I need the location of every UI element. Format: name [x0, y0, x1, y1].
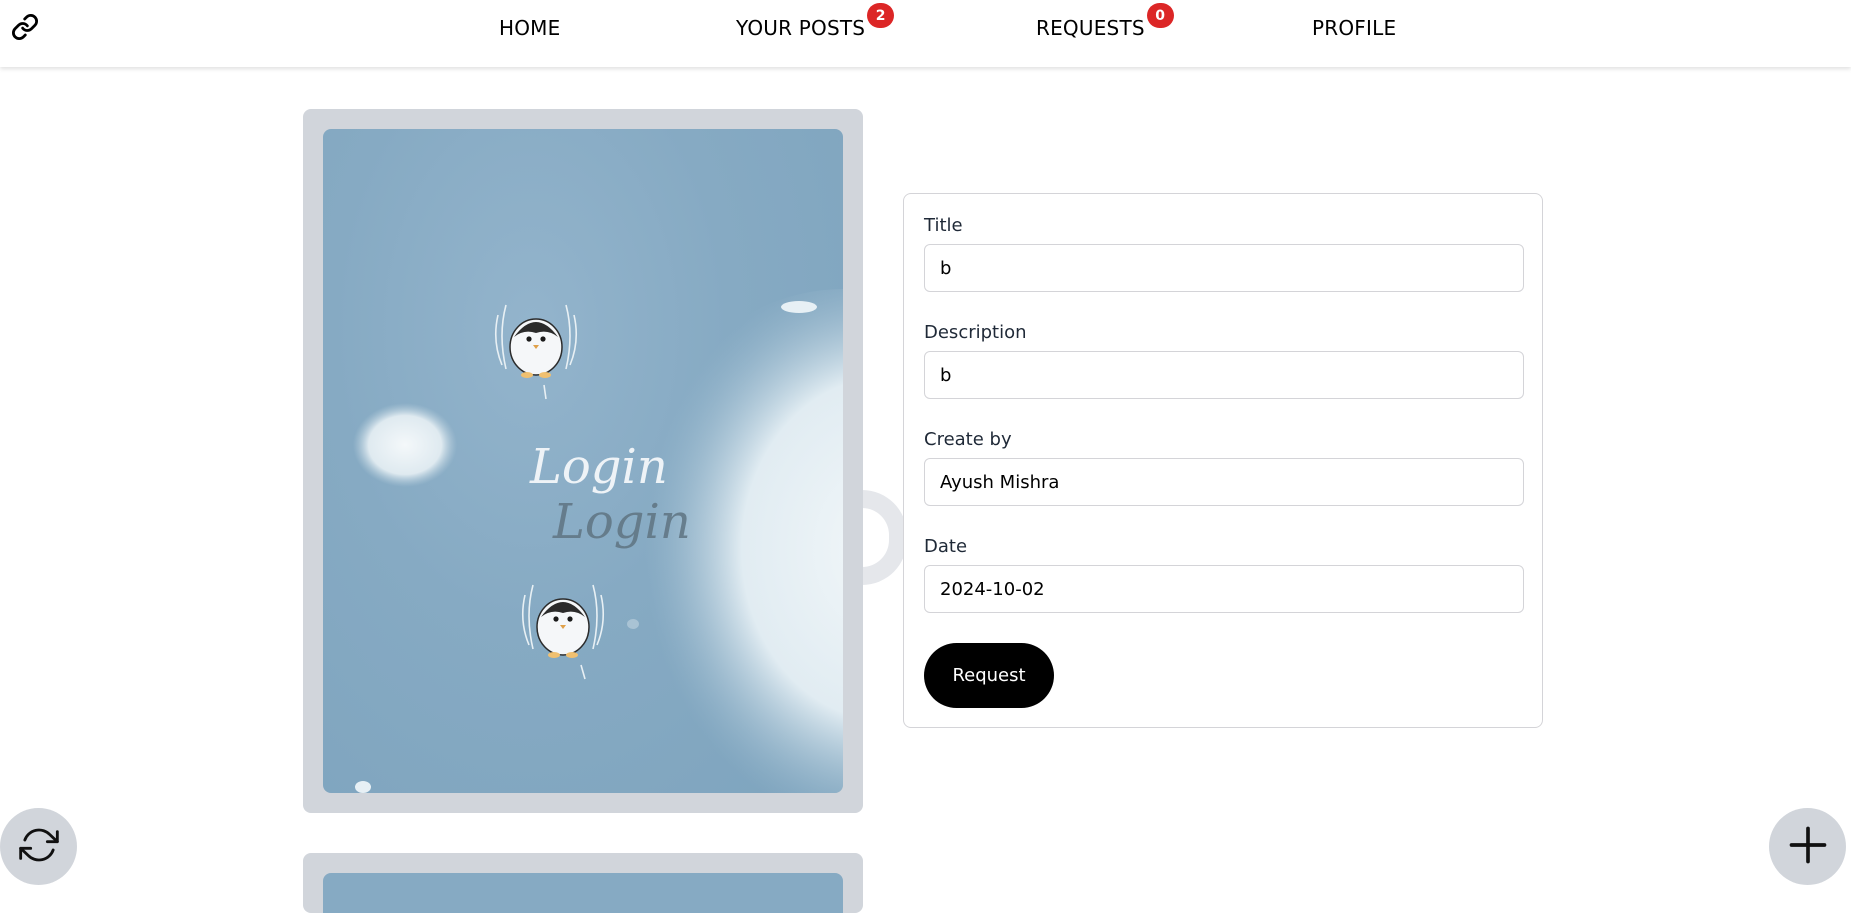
post-image-text-primary: Login: [530, 439, 668, 495]
post-image: Login Login: [323, 129, 843, 793]
nav-profile[interactable]: PROFILE: [1312, 16, 1396, 40]
post-image-text-secondary: Login: [553, 494, 691, 550]
refresh-button[interactable]: [0, 808, 77, 885]
nav-your-posts[interactable]: YOUR POSTS 2: [736, 3, 895, 40]
nav-home[interactable]: HOME: [499, 16, 560, 40]
link-icon[interactable]: [11, 13, 39, 41]
plus-icon: [1786, 823, 1830, 871]
request-form: Title Description Create by Date Request: [903, 193, 1543, 728]
post-image-next: [323, 873, 843, 913]
title-label: Title: [924, 215, 963, 236]
your-posts-count-badge: 2: [867, 3, 895, 28]
requests-count-badge: 0: [1146, 3, 1174, 28]
description-label: Description: [924, 322, 1027, 343]
background-decoration: [862, 490, 907, 585]
post-card: Login Login: [303, 109, 863, 813]
date-label: Date: [924, 536, 968, 557]
nav-requests-label: REQUESTS: [1036, 16, 1145, 40]
create-by-input[interactable]: [924, 458, 1524, 506]
add-post-button[interactable]: [1769, 808, 1846, 885]
title-input[interactable]: [924, 244, 1524, 292]
nav-profile-label: PROFILE: [1312, 16, 1397, 40]
nav-requests[interactable]: REQUESTS 0: [1036, 3, 1174, 40]
date-input[interactable]: [924, 565, 1524, 613]
post-card-next: [303, 853, 863, 913]
description-input[interactable]: [924, 351, 1524, 399]
top-navbar: HOME YOUR POSTS 2 REQUESTS 0 PROFILE: [0, 0, 1851, 67]
nav-home-label: HOME: [499, 16, 561, 40]
nav-your-posts-label: YOUR POSTS: [736, 16, 866, 40]
request-button[interactable]: Request: [924, 643, 1054, 708]
refresh-icon: [18, 825, 59, 869]
create-by-label: Create by: [924, 429, 1012, 450]
